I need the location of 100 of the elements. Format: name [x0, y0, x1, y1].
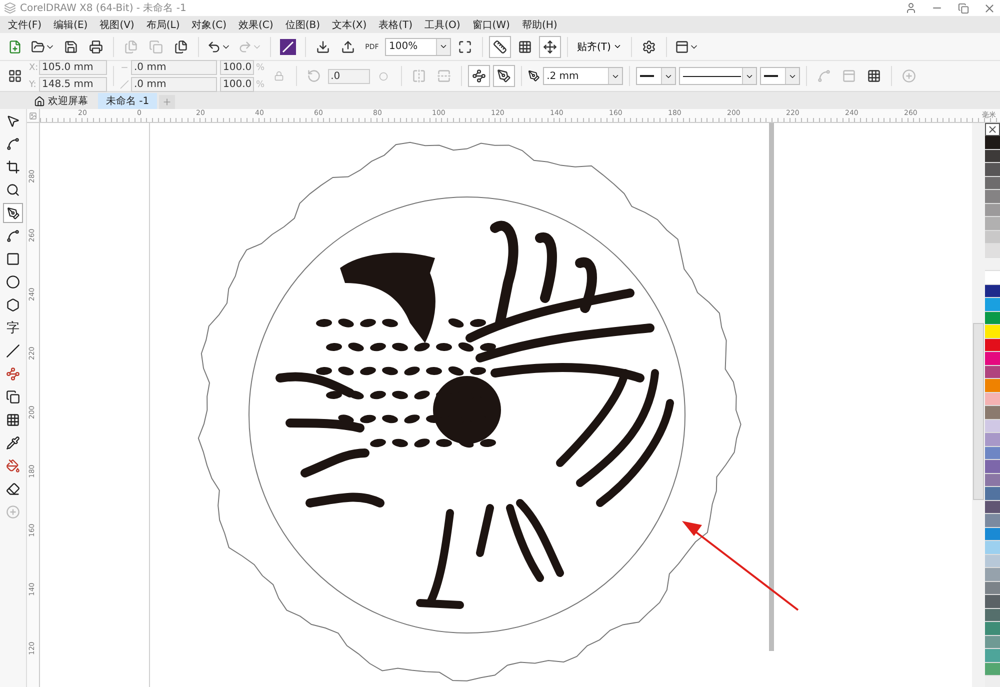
scrollbar-thumb[interactable]	[973, 323, 984, 500]
start-arrow-dropdown[interactable]	[636, 67, 676, 85]
menu-item[interactable]: 帮助(H)	[518, 18, 566, 32]
scale-y-field[interactable]: 100.0	[220, 77, 254, 92]
restore-icon	[958, 2, 968, 14]
color-swatch[interactable]	[985, 136, 1000, 150]
text-tool[interactable]: 字	[3, 318, 23, 338]
rotate-icon	[306, 69, 321, 83]
menu-item[interactable]: 窗口(W)	[468, 18, 518, 32]
window-icon	[674, 40, 689, 54]
color-swatch[interactable]	[985, 338, 1000, 352]
plus-circle-icon	[902, 69, 916, 83]
width-field[interactable]: .0 mm	[131, 60, 217, 75]
color-swatch[interactable]	[985, 190, 1000, 204]
height-field[interactable]: .0 mm	[131, 77, 217, 92]
pointer-icon	[6, 114, 20, 128]
color-swatch[interactable]	[985, 568, 1000, 582]
circle-icon	[379, 72, 388, 80]
menu-item[interactable]: 效果(C)	[234, 18, 282, 32]
color-swatch[interactable]	[985, 636, 1000, 649]
color-swatch[interactable]	[985, 312, 1000, 325]
color-swatch[interactable]	[985, 474, 1000, 487]
color-swatch[interactable]	[985, 406, 1000, 420]
color-swatch[interactable]	[985, 487, 1000, 500]
color-swatch[interactable]	[985, 204, 1000, 217]
new-tab-button[interactable]	[159, 95, 176, 109]
menu-item[interactable]: 布局(L)	[142, 18, 188, 32]
grid-squares-icon	[8, 69, 22, 83]
x-position-field[interactable]: 105.0 mm	[39, 60, 107, 75]
menu-item[interactable]: 视图(V)	[96, 18, 142, 32]
scale-x-field[interactable]: 100.0	[220, 60, 254, 75]
color-swatch[interactable]	[985, 554, 1000, 568]
outline-width-dropdown[interactable]: .2 mm	[542, 67, 623, 85]
color-swatch[interactable]	[985, 284, 1000, 298]
menu-item[interactable]: 表格(T)	[374, 18, 421, 32]
color-swatch[interactable]	[985, 325, 1000, 338]
color-swatch[interactable]	[985, 244, 1000, 258]
color-swatch[interactable]	[985, 500, 1000, 514]
nodes-button[interactable]	[468, 65, 490, 87]
document-tab[interactable]: 未命名 -1	[98, 93, 158, 109]
line-icon	[6, 344, 20, 358]
menu-item[interactable]: 位图(B)	[281, 18, 328, 32]
pen-nib-icon	[528, 70, 540, 82]
color-swatch[interactable]	[985, 514, 1000, 528]
color-swatch[interactable]	[985, 420, 1000, 433]
line-end-icon	[640, 74, 654, 78]
color-swatch[interactable]	[985, 230, 1000, 244]
window-title: CorelDRAW X8 (64-Bit) - 未命名 -1	[20, 2, 188, 15]
guidelines-button[interactable]	[539, 36, 561, 58]
color-swatch[interactable]	[985, 366, 1000, 379]
menu-item[interactable]: 编辑(E)	[50, 18, 96, 32]
color-swatch[interactable]	[985, 271, 1000, 284]
color-swatch[interactable]	[985, 541, 1000, 554]
export-icon	[341, 40, 355, 54]
save-icon	[64, 40, 78, 54]
zoom-dropdown[interactable]: 100%	[385, 38, 451, 56]
eraser-icon	[6, 482, 20, 496]
color-swatch[interactable]	[985, 298, 1000, 312]
color-swatch[interactable]	[985, 217, 1000, 230]
color-swatch[interactable]	[985, 446, 1000, 460]
color-swatch[interactable]	[985, 595, 1000, 608]
nodes-icon	[472, 69, 486, 83]
rulers-button[interactable]	[489, 36, 511, 58]
hexagon-icon	[6, 298, 20, 312]
menu-item[interactable]: 文本(X)	[328, 18, 375, 32]
crosshair-arrows-icon	[543, 40, 557, 54]
color-swatch[interactable]	[985, 582, 1000, 595]
color-swatch[interactable]	[985, 608, 1000, 622]
color-swatch[interactable]	[985, 649, 1000, 662]
snap-dropdown[interactable]: 贴齐(T)	[574, 40, 625, 54]
color-swatch[interactable]	[985, 352, 1000, 366]
color-swatch[interactable]	[985, 379, 1000, 392]
color-swatch[interactable]	[985, 460, 1000, 474]
menu-item[interactable]: 工具(O)	[420, 18, 468, 32]
color-swatch[interactable]	[985, 528, 1000, 541]
end-arrow-dropdown[interactable]	[760, 67, 800, 85]
settings-icon	[642, 40, 656, 54]
caret-icon	[439, 42, 448, 51]
no-color-swatch[interactable]	[985, 123, 1000, 136]
color-swatch[interactable]	[985, 258, 1000, 271]
color-swatch[interactable]	[985, 150, 1000, 163]
full-screen-icon	[458, 40, 472, 54]
copy-icon	[149, 40, 163, 54]
color-swatch[interactable]	[985, 176, 1000, 190]
curve-icon	[6, 229, 20, 243]
color-swatch[interactable]	[985, 163, 1000, 176]
menu-item[interactable]: 对象(C)	[188, 18, 235, 32]
pen-settings-button[interactable]	[492, 65, 515, 87]
pen-tool[interactable]	[3, 203, 23, 223]
rotation-field[interactable]: .0	[328, 68, 370, 84]
checker-icon	[6, 413, 20, 427]
diagonal-line-icon	[280, 38, 296, 54]
color-swatch[interactable]	[985, 662, 1000, 676]
line-style-dropdown[interactable]	[678, 67, 757, 85]
y-position-field[interactable]: 148.5 mm	[39, 77, 107, 92]
grid-icon	[866, 69, 881, 83]
menu-item[interactable]: 文件(F)	[4, 18, 50, 32]
color-swatch[interactable]	[985, 433, 1000, 446]
color-swatch[interactable]	[985, 622, 1000, 636]
color-swatch[interactable]	[985, 392, 1000, 406]
